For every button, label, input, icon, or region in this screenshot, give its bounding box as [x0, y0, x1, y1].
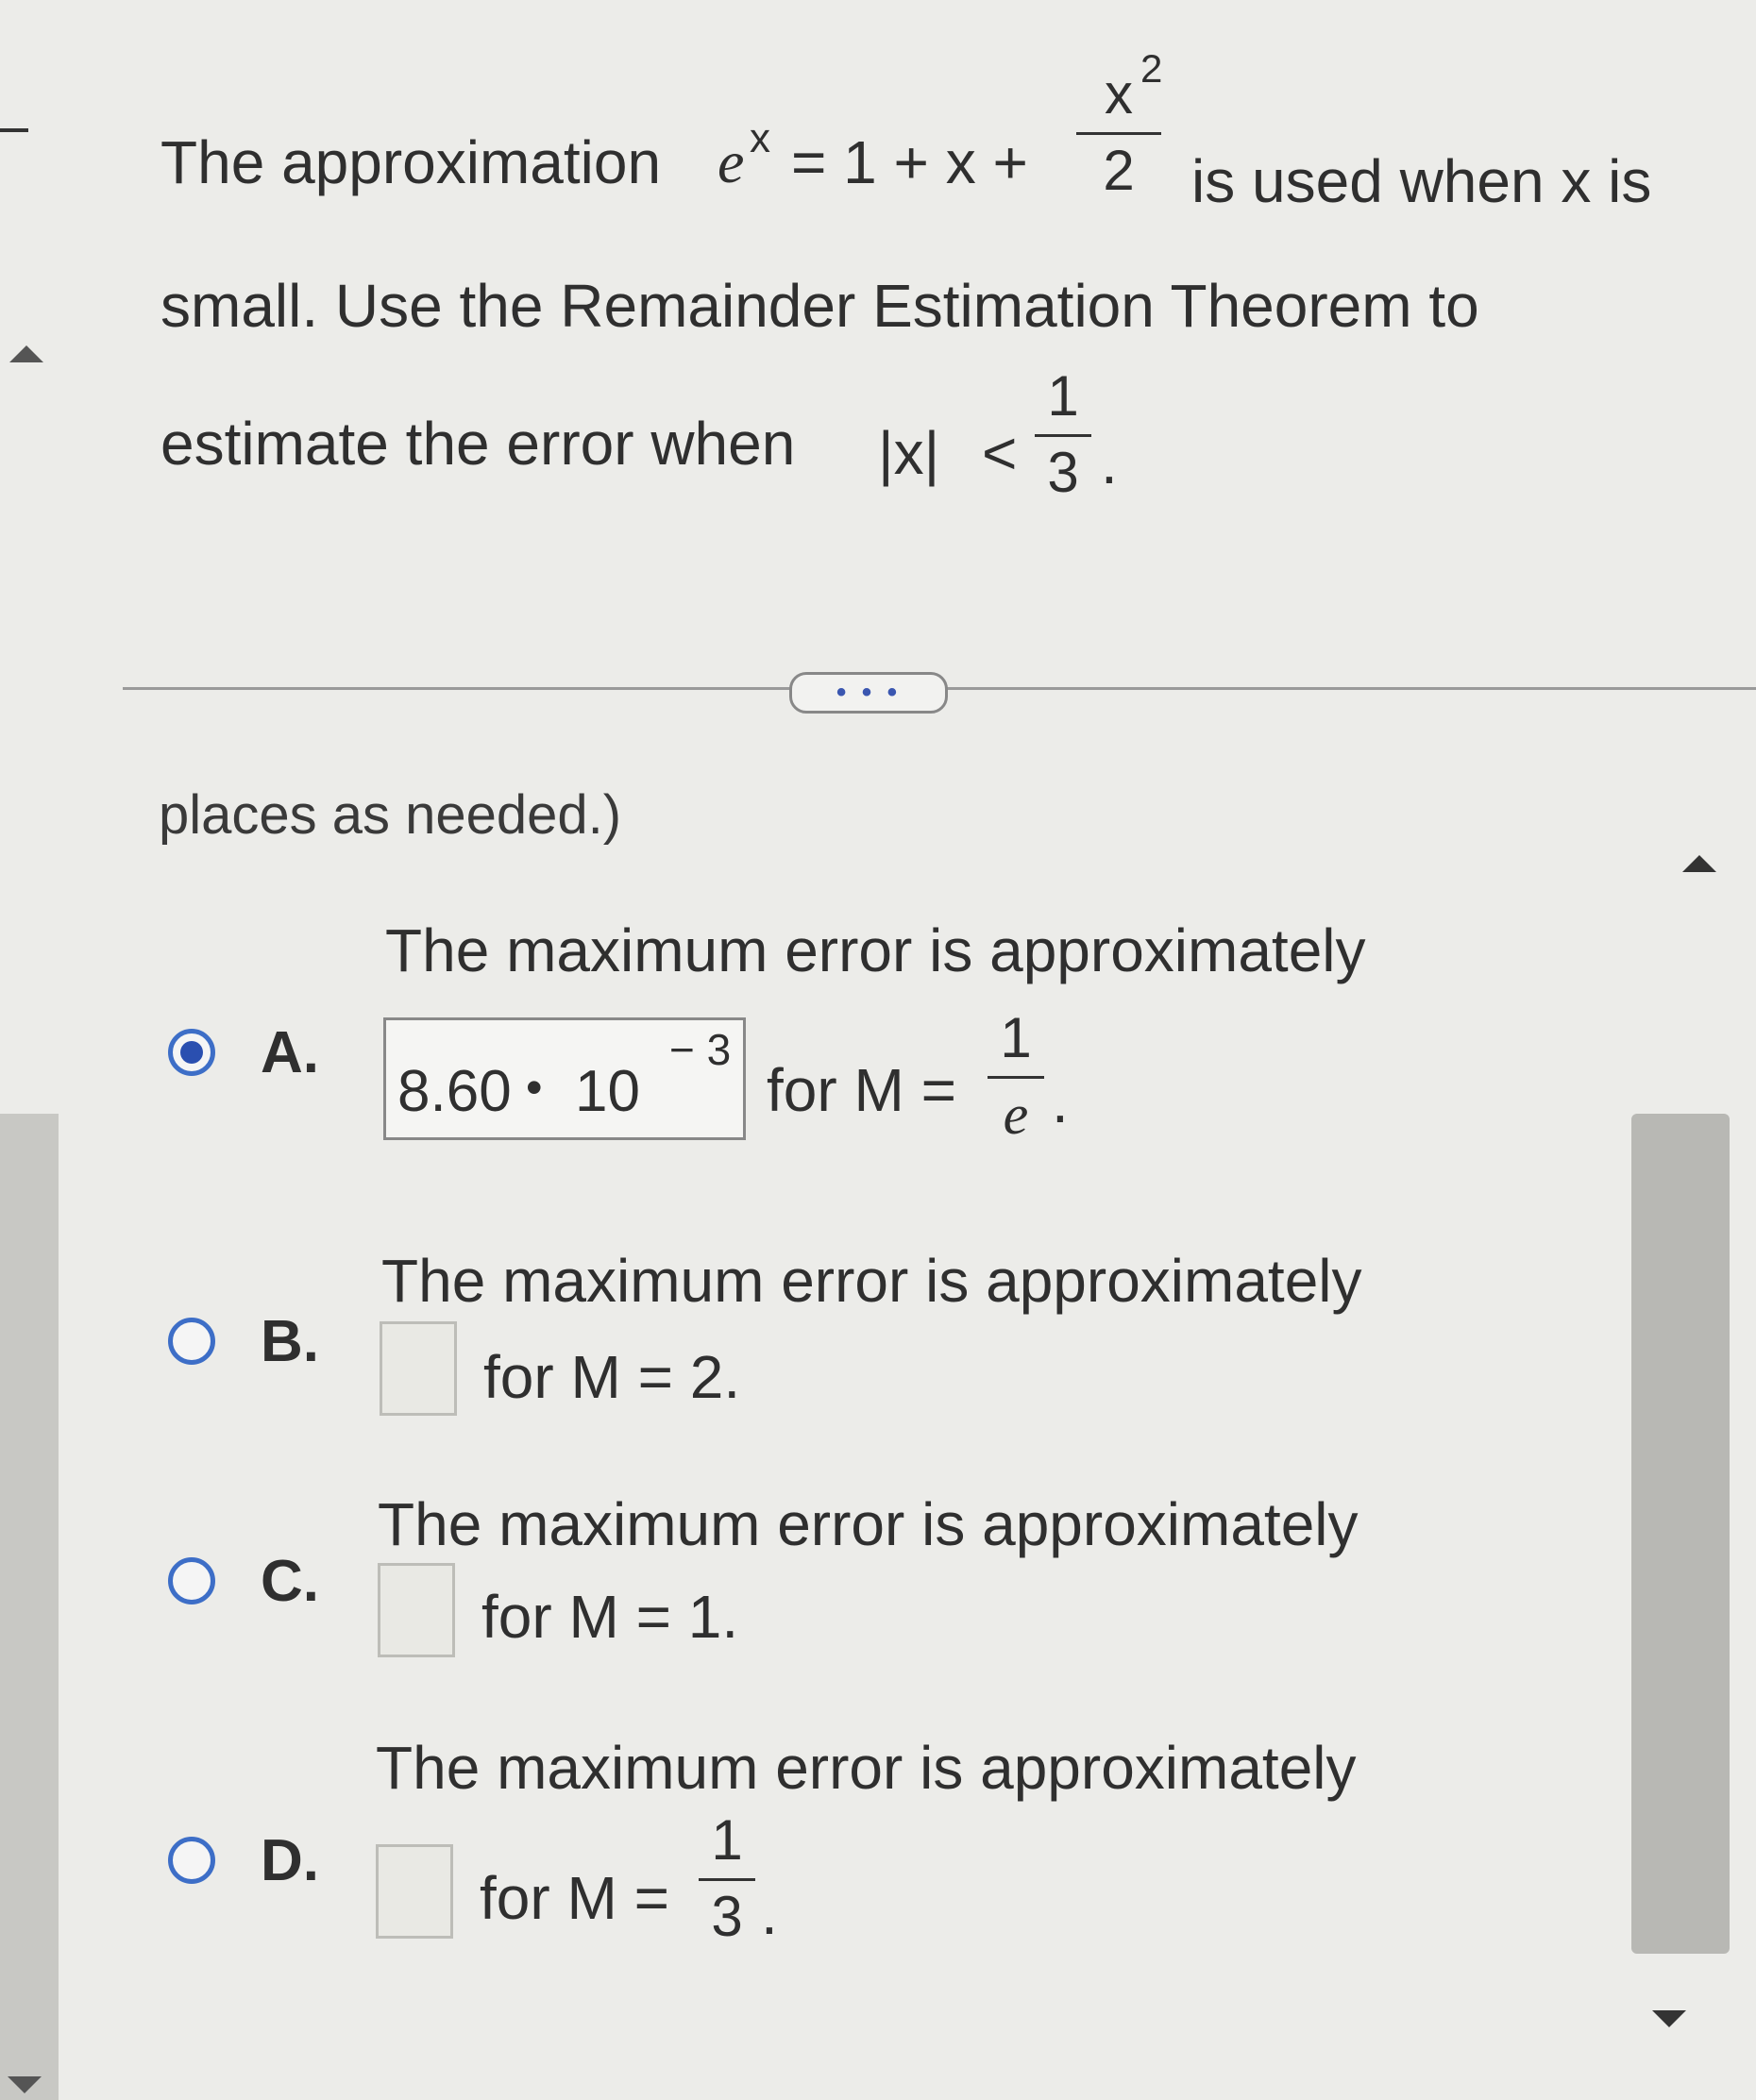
scroll-up-arrow-icon[interactable] [1682, 855, 1716, 872]
left-scrollbar[interactable] [0, 1114, 59, 2100]
answer-exponent: − 3 [669, 1025, 732, 1074]
option-b-for-text: for M = 2. [483, 1343, 741, 1411]
equation-middle: = 1 + x + [791, 128, 1028, 196]
question-line3-pre: estimate the error when [160, 410, 796, 478]
option-b-letter: B. [261, 1309, 319, 1374]
option-a-m-denominator: e [1003, 1084, 1029, 1146]
option-a-for-text: for M = [767, 1056, 956, 1124]
option-a-end: . [1052, 1067, 1069, 1135]
less-than-sign: < [982, 419, 1018, 487]
left-edge-mark [0, 128, 28, 132]
option-d-m-bar [699, 1878, 755, 1881]
answer-dot: • [526, 1061, 543, 1114]
option-a-lead: The maximum error is approximately [385, 916, 1366, 984]
question-period: . [1101, 428, 1118, 496]
option-a-answer-input[interactable]: 8.60 • 10 − 3 [383, 1017, 746, 1140]
answer-base: 10 [575, 1059, 640, 1124]
option-a-m-fraction: 1 e [988, 1010, 1044, 1143]
fraction-denominator: 2 [1103, 139, 1135, 202]
one-third-fraction: 1 3 [1035, 368, 1091, 501]
option-d-for-text: for M = [480, 1864, 669, 1932]
abs-x: |x| [878, 419, 940, 487]
expand-more-button[interactable]: • • • [789, 672, 948, 714]
option-d-letter: D. [261, 1828, 319, 1893]
option-c-letter: C. [261, 1549, 319, 1614]
option-a-letter: A. [261, 1020, 319, 1085]
question-line1-post: is used when x is [1191, 147, 1652, 215]
x-exponent: x [750, 115, 770, 161]
option-c-radio[interactable] [168, 1557, 215, 1604]
fraction-bar [1076, 132, 1161, 135]
option-a-m-numerator: 1 [1000, 1006, 1032, 1069]
option-c-answer-input[interactable] [378, 1563, 455, 1657]
option-a-radio[interactable] [168, 1029, 215, 1076]
option-a-m-bar [988, 1076, 1044, 1079]
question-line1-pre: The approximation [160, 128, 662, 196]
question-line1: The approximation [160, 132, 661, 193]
bound-fraction-bar [1035, 434, 1091, 437]
option-d-m-fraction: 1 3 [699, 1812, 755, 1945]
option-d-answer-input[interactable] [376, 1844, 453, 1939]
bound-denominator: 3 [1047, 441, 1079, 504]
option-d-m-denominator: 3 [711, 1885, 743, 1948]
option-b-answer-input[interactable] [380, 1321, 457, 1416]
option-d-m-numerator: 1 [711, 1808, 743, 1872]
answer-mantissa: 8.60 [397, 1059, 512, 1124]
bound-numerator: 1 [1047, 364, 1079, 428]
option-b-lead: The maximum error is approximately [381, 1247, 1362, 1315]
left-up-arrow-icon[interactable] [9, 345, 43, 362]
instruction-fragment: places as needed.) [159, 784, 622, 846]
x-squared-over-2-fraction: x 2 2 [1076, 49, 1162, 202]
question-line2: small. Use the Remainder Estimation Theo… [160, 272, 1479, 340]
option-b-radio[interactable] [168, 1318, 215, 1365]
left-down-arrow-icon[interactable] [8, 2076, 42, 2093]
fraction-numerator-base: x [1105, 62, 1133, 126]
right-scrollbar-thumb[interactable] [1631, 1114, 1730, 1954]
option-c-for-text: for M = 1. [481, 1583, 739, 1651]
option-d-lead: The maximum error is approximately [376, 1734, 1357, 1802]
option-d-radio[interactable] [168, 1837, 215, 1884]
fraction-numerator-exp: 2 [1140, 46, 1163, 91]
scroll-down-arrow-icon[interactable] [1652, 2010, 1686, 2027]
option-c-lead: The maximum error is approximately [378, 1490, 1359, 1558]
e-symbol: e [718, 128, 745, 195]
option-d-end: . [761, 1879, 778, 1947]
